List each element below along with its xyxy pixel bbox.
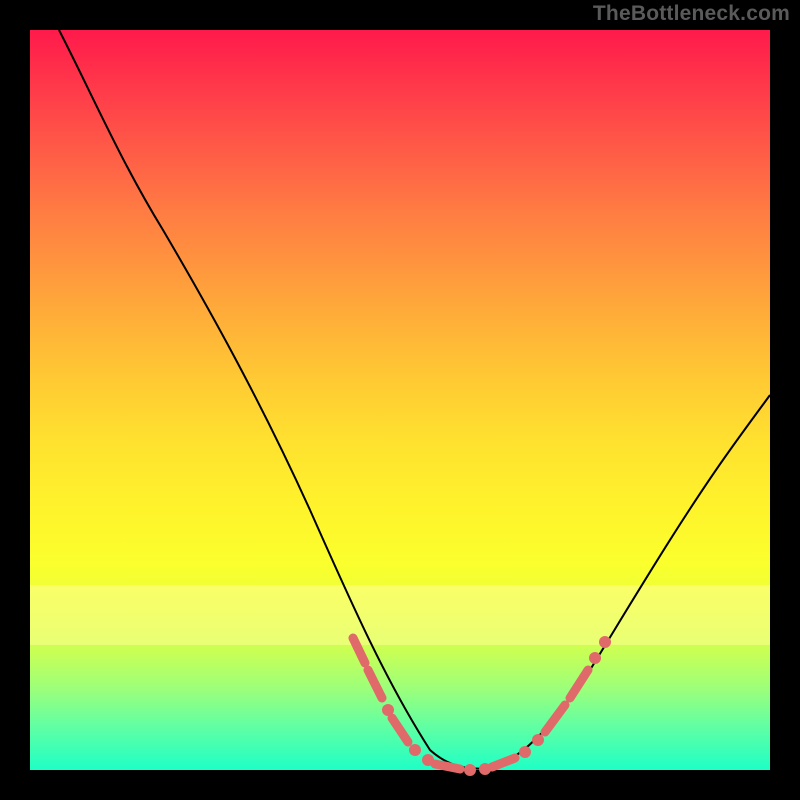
data-point bbox=[589, 652, 601, 664]
data-seg bbox=[492, 758, 515, 767]
watermark-text: TheBottleneck.com bbox=[593, 2, 790, 26]
data-seg bbox=[570, 670, 588, 698]
data-seg bbox=[435, 764, 460, 769]
data-point bbox=[464, 764, 476, 776]
data-point bbox=[409, 744, 421, 756]
plot-svg bbox=[30, 30, 770, 770]
chart-frame: TheBottleneck.com bbox=[0, 0, 800, 800]
data-seg bbox=[353, 638, 365, 663]
data-point bbox=[532, 734, 544, 746]
data-seg bbox=[368, 670, 382, 698]
data-point bbox=[599, 636, 611, 648]
plot-area bbox=[30, 30, 770, 770]
data-seg bbox=[392, 718, 408, 742]
data-point bbox=[519, 746, 531, 758]
data-points-group bbox=[353, 636, 611, 776]
bottleneck-curve bbox=[59, 30, 770, 769]
data-seg bbox=[545, 705, 565, 732]
